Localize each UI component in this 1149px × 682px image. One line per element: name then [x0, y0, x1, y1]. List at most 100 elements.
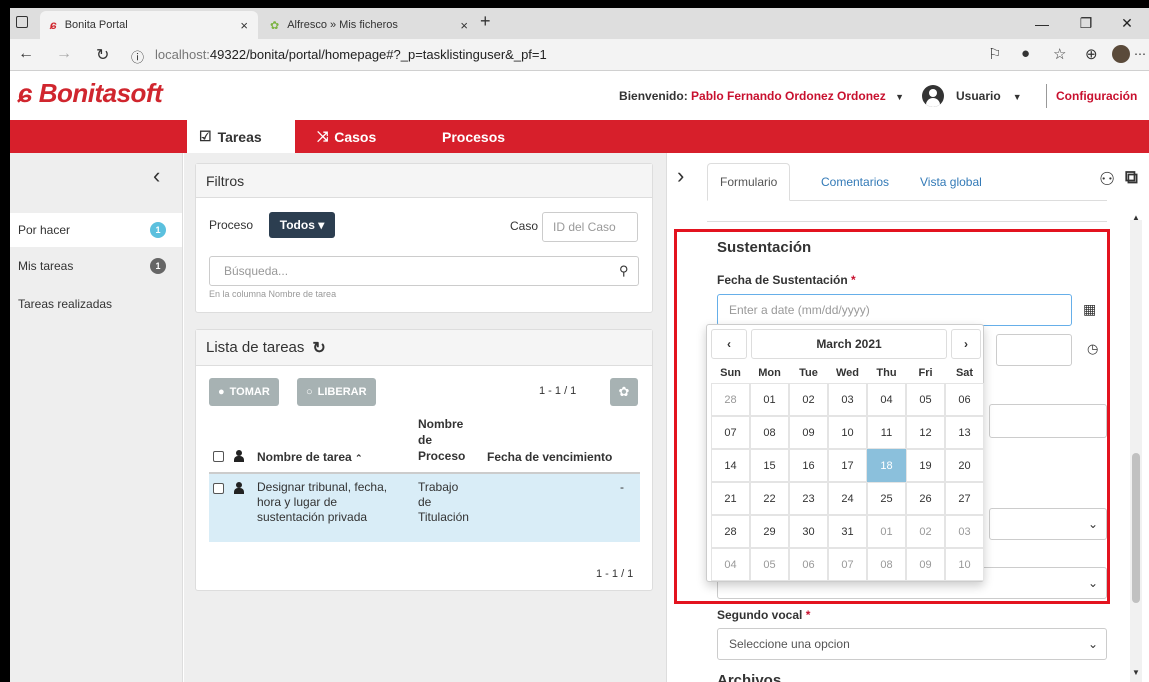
refresh-icon[interactable]: ↻ [96, 45, 109, 65]
take-button[interactable]: ● TOMAR [209, 378, 279, 406]
column-header-due-date[interactable]: Fecha de vencimiento [487, 450, 612, 464]
url-field[interactable]: localhost:49322/bonita/portal/homepage#?… [155, 47, 547, 62]
tab-procesos[interactable]: Procesos [430, 120, 517, 153]
calendar-day[interactable]: 04 [867, 383, 906, 416]
column-header-task-name[interactable]: Nombre de tarea ⌃ [257, 450, 363, 464]
calendar-day[interactable]: 05 [906, 383, 945, 416]
sidebar-item-tareas-realizadas[interactable]: Tareas realizadas [10, 287, 182, 321]
scroll-down-icon[interactable]: ▼ [1132, 668, 1140, 677]
calendar-day[interactable]: 13 [945, 416, 984, 449]
calendar-day[interactable]: 27 [945, 482, 984, 515]
next-month-button[interactable]: › [951, 329, 981, 359]
tab-casos[interactable]: ⤨ Casos [305, 120, 388, 153]
calendar-day[interactable]: 25 [867, 482, 906, 515]
chevron-right-icon[interactable]: › [677, 163, 684, 189]
caret-down-icon[interactable]: ▼ [895, 92, 904, 102]
user-name[interactable]: Pablo Fernando Ordonez Ordonez [691, 89, 886, 103]
back-arrow-icon[interactable]: ← [18, 45, 34, 63]
table-row[interactable]: Designar tribunal, fecha, hora y lugar d… [209, 474, 640, 542]
bonitasoft-logo[interactable]: ɕ Bonitasoft [18, 78, 163, 109]
calendar-day[interactable]: 01 [750, 383, 789, 416]
extension-icon[interactable]: ● [1021, 45, 1030, 62]
calendar-day[interactable]: 24 [828, 482, 867, 515]
second-vocal-select[interactable]: Seleccione una opcion ⌄ [717, 628, 1107, 660]
maximize-button[interactable]: ❐ [1064, 8, 1108, 39]
calendar-day[interactable]: 18 [867, 449, 906, 482]
calendar-day[interactable]: 08 [867, 548, 906, 581]
window-close-button[interactable]: ✕ [1105, 8, 1149, 39]
calendar-day[interactable]: 03 [945, 515, 984, 548]
config-link[interactable]: Configuración [1056, 89, 1137, 103]
calendar-day[interactable]: 31 [828, 515, 867, 548]
case-id-input[interactable]: ID del Caso [542, 212, 638, 242]
search-input[interactable]: Búsqueda... [209, 256, 639, 286]
calendar-icon[interactable]: ▦ [1083, 301, 1096, 318]
info-icon[interactable]: ⓘ [131, 47, 144, 66]
sidebar-item-mis-tareas[interactable]: Mis tareas 1 [10, 249, 182, 283]
calendar-day[interactable]: 20 [945, 449, 984, 482]
process-dropdown[interactable]: Todos ▾ [269, 212, 335, 238]
sidebar-item-por-hacer[interactable]: Por hacer 1 [10, 213, 182, 247]
chevron-left-icon[interactable]: ‹ [153, 163, 160, 189]
role-menu[interactable]: Usuario ▼ [956, 89, 1022, 103]
calendar-day[interactable]: 19 [906, 449, 945, 482]
refresh-icon[interactable]: ↻ [312, 338, 325, 358]
task-name-cell[interactable]: Designar tribunal, fecha, hora y lugar d… [257, 480, 387, 525]
calendar-day[interactable]: 23 [789, 482, 828, 515]
tab-formulario[interactable]: Formulario [707, 163, 791, 201]
favorites-icon[interactable]: ☆ [1053, 45, 1066, 63]
calendar-day[interactable]: 03 [828, 383, 867, 416]
calendar-day[interactable]: 22 [750, 482, 789, 515]
calendar-day[interactable]: 10 [945, 548, 984, 581]
calendar-day[interactable]: 12 [906, 416, 945, 449]
close-icon[interactable]: × [460, 18, 468, 33]
more-menu-icon[interactable]: ⋯ [1134, 47, 1146, 61]
prev-month-button[interactable]: ‹ [711, 329, 747, 359]
calendar-day[interactable]: 28 [711, 515, 750, 548]
calendar-day[interactable]: 01 [867, 515, 906, 548]
calendar-day[interactable]: 08 [750, 416, 789, 449]
calendar-day[interactable]: 05 [750, 548, 789, 581]
collections-icon[interactable]: ⊕ [1085, 45, 1098, 63]
profile-avatar[interactable] [1112, 45, 1130, 63]
calendar-day[interactable]: 16 [789, 449, 828, 482]
column-header-process[interactable]: Nombre de Proceso [418, 416, 465, 464]
scrollbar-thumb[interactable] [1132, 453, 1140, 603]
settings-button[interactable]: ✿ [610, 378, 638, 406]
calendar-day[interactable]: 07 [711, 416, 750, 449]
minimize-button[interactable]: — [1020, 8, 1064, 39]
calendar-day[interactable]: 30 [789, 515, 828, 548]
clock-icon[interactable]: ◷ [1087, 341, 1098, 357]
calendar-day[interactable]: 06 [789, 548, 828, 581]
scroll-up-icon[interactable]: ▲ [1132, 213, 1140, 222]
calendar-day[interactable]: 09 [789, 416, 828, 449]
location-input[interactable] [989, 404, 1107, 438]
date-input[interactable]: Enter a date (mm/dd/yyyy) [717, 294, 1072, 326]
calendar-day[interactable]: 11 [867, 416, 906, 449]
open-external-icon[interactable]: ⧉ [1125, 167, 1138, 188]
tab-actions-icon[interactable] [16, 16, 28, 28]
calendar-day[interactable]: 09 [906, 548, 945, 581]
calendar-day[interactable]: 02 [906, 515, 945, 548]
row-checkbox[interactable] [213, 483, 224, 494]
calendar-day[interactable]: 04 [711, 548, 750, 581]
browser-tab-bonita[interactable]: ɕ Bonita Portal × [40, 11, 258, 39]
select-all-checkbox[interactable] [213, 451, 224, 462]
tab-comentarios[interactable]: Comentarios [809, 163, 901, 201]
read-aloud-icon[interactable]: ⚐ [988, 45, 1001, 63]
calendar-day[interactable]: 14 [711, 449, 750, 482]
search-icon[interactable]: ⚲ [619, 263, 629, 279]
calendar-day[interactable]: 07 [828, 548, 867, 581]
time-input[interactable] [996, 334, 1072, 366]
calendar-day[interactable]: 21 [711, 482, 750, 515]
tab-tareas[interactable]: ☑ Tareas [187, 120, 295, 153]
calendar-day[interactable]: 17 [828, 449, 867, 482]
tab-vista-global[interactable]: Vista global [908, 163, 994, 201]
calendar-day[interactable]: 15 [750, 449, 789, 482]
calendar-day[interactable]: 26 [906, 482, 945, 515]
new-tab-button[interactable]: + [480, 11, 491, 32]
calendar-day[interactable]: 10 [828, 416, 867, 449]
calendar-day[interactable]: 29 [750, 515, 789, 548]
release-button[interactable]: ○ LIBERAR [297, 378, 376, 406]
calendar-day[interactable]: 02 [789, 383, 828, 416]
